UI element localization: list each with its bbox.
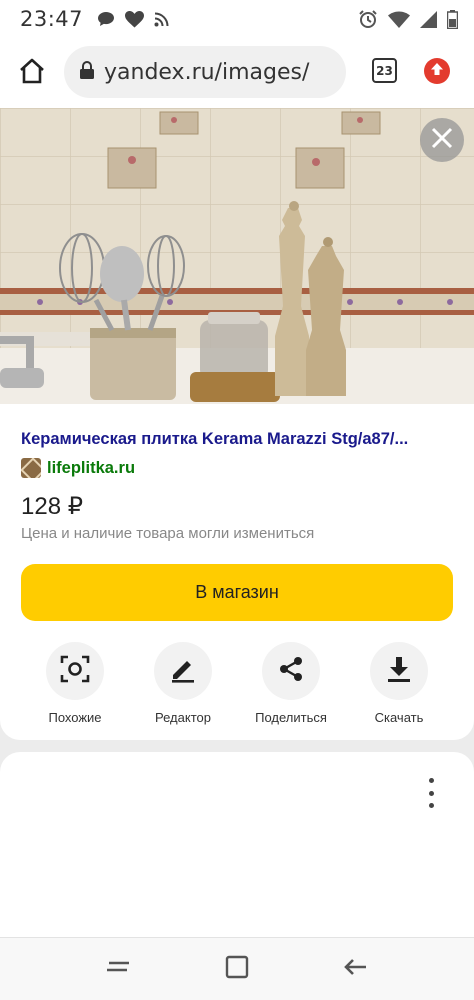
- url-field[interactable]: yandex.ru/images/: [64, 46, 346, 98]
- tabs-button[interactable]: 23: [372, 58, 397, 83]
- update-arrow-icon: [430, 62, 444, 81]
- image-info-card: Керамическая плитка Kerama Marazzi Stg/a…: [0, 404, 474, 740]
- similar-button-circle[interactable]: [46, 642, 104, 700]
- menu-dot: [428, 803, 434, 808]
- close-button[interactable]: [420, 118, 464, 162]
- editor-button-circle[interactable]: [154, 642, 212, 700]
- alarm-icon: [358, 9, 378, 29]
- home-icon: [18, 58, 46, 89]
- back-arrow-icon: [342, 957, 368, 982]
- source-domain: lifeplitka.ru: [47, 458, 136, 477]
- site-favicon-icon: [21, 458, 41, 478]
- home-nav-button[interactable]: [223, 955, 251, 984]
- go-to-shop-button[interactable]: В магазин: [21, 564, 453, 621]
- menu-dot: [428, 790, 434, 796]
- similar-search-icon: [60, 654, 90, 689]
- status-time: 23:47: [20, 7, 84, 31]
- related-card: [0, 752, 474, 942]
- similar-label: Похожие: [48, 710, 102, 725]
- download-label: Скачать: [374, 710, 424, 725]
- notification-icons: [97, 10, 169, 28]
- close-icon: [431, 127, 453, 154]
- rss-icon: [154, 12, 169, 27]
- menu-dot: [428, 778, 434, 783]
- home-button[interactable]: [14, 55, 50, 91]
- browser-toolbar: yandex.ru/images/ 23: [0, 38, 474, 108]
- update-button[interactable]: [424, 58, 450, 84]
- lock-icon: [80, 60, 94, 84]
- chat-bubble-icon: [97, 11, 115, 27]
- similar-button[interactable]: Похожие: [25, 642, 125, 725]
- more-vertical-icon[interactable]: [420, 778, 442, 808]
- status-bar: 23:47: [0, 0, 474, 38]
- back-nav-button[interactable]: [341, 956, 369, 982]
- home-square-icon: [225, 955, 249, 984]
- share-icon: [277, 655, 305, 688]
- edit-pencil-icon: [169, 655, 197, 688]
- product-image[interactable]: [0, 108, 474, 404]
- product-price: 128 ₽: [21, 493, 83, 520]
- share-button-circle[interactable]: [262, 642, 320, 700]
- product-image-drawing: [0, 108, 474, 404]
- battery-icon: [447, 9, 458, 29]
- price-disclaimer: Цена и наличие товара могли измениться: [21, 525, 315, 542]
- url-text: yandex.ru/images/: [104, 59, 310, 85]
- share-button[interactable]: Поделиться: [241, 642, 341, 725]
- cellular-signal-icon: [420, 10, 437, 28]
- tab-count: 23: [376, 63, 393, 78]
- editor-button[interactable]: Редактор: [133, 642, 233, 725]
- product-title-link[interactable]: Керамическая плитка Kerama Marazzi Stg/a…: [21, 430, 451, 449]
- download-button[interactable]: Скачать: [349, 642, 449, 725]
- editor-label: Редактор: [155, 710, 211, 725]
- wifi-icon: [388, 11, 410, 28]
- system-navigation-bar: [0, 937, 474, 1000]
- recent-apps-button[interactable]: [104, 956, 132, 982]
- heart-icon: [125, 10, 145, 28]
- share-label: Поделиться: [255, 710, 327, 725]
- download-button-circle[interactable]: [370, 642, 428, 700]
- source-link[interactable]: lifeplitka.ru: [21, 458, 135, 478]
- system-icons: [358, 9, 458, 29]
- recent-apps-icon: [105, 957, 131, 982]
- download-icon: [386, 655, 412, 688]
- image-actions: Похожие Редактор Поделиться Скачать: [0, 642, 474, 725]
